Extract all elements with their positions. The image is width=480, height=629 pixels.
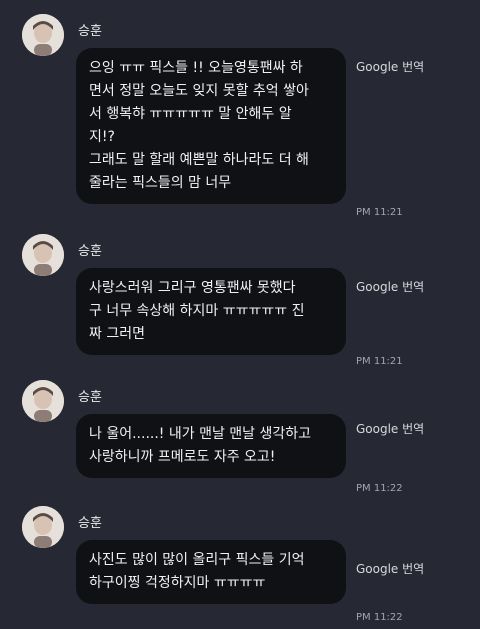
message-bubble[interactable]: 나 울어......! 내가 맨날 맨날 생각하고 사랑하니까 프메로도 자주 … [76,414,346,478]
sender-name: 승훈 [78,390,102,405]
google-translate-button[interactable]: Google 번역 [356,420,424,437]
avatar[interactable] [22,380,64,422]
avatar[interactable] [22,14,64,56]
avatar-photo-icon [22,506,64,548]
message-timestamp: PM 11:21 [356,207,403,218]
message-timestamp: PM 11:21 [356,356,403,367]
message-bubble[interactable]: 사랑스러워 그리구 영통팬싸 못했다 구 너무 속상해 하지마 ㅠㅠㅠㅠㅠ 진 … [76,268,346,355]
avatar[interactable] [22,234,64,276]
google-translate-button[interactable]: Google 번역 [356,278,424,295]
avatar-photo-icon [22,234,64,276]
avatar-photo-icon [22,14,64,56]
google-translate-button[interactable]: Google 번역 [356,560,424,577]
sender-name: 승훈 [78,244,102,259]
sender-name: 승훈 [78,516,102,531]
message-bubble[interactable]: 으잉 ㅠㅠ 픽스들 !! 오늘영통팬싸 하 면서 정말 오늘도 잊지 못할 추억… [76,48,346,204]
sender-name: 승훈 [78,24,102,39]
avatar-photo-icon [22,380,64,422]
chat-conversation: 승훈 으잉 ㅠㅠ 픽스들 !! 오늘영통팬싸 하 면서 정말 오늘도 잊지 못할… [0,0,480,629]
google-translate-button[interactable]: Google 번역 [356,58,424,75]
avatar[interactable] [22,506,64,548]
message-timestamp: PM 11:22 [356,483,403,494]
message-timestamp: PM 11:22 [356,612,403,623]
message-bubble[interactable]: 사진도 많이 많이 올리구 픽스들 기억 하구이찡 걱정하지마 ㅠㅠㅠㅠ [76,540,346,604]
